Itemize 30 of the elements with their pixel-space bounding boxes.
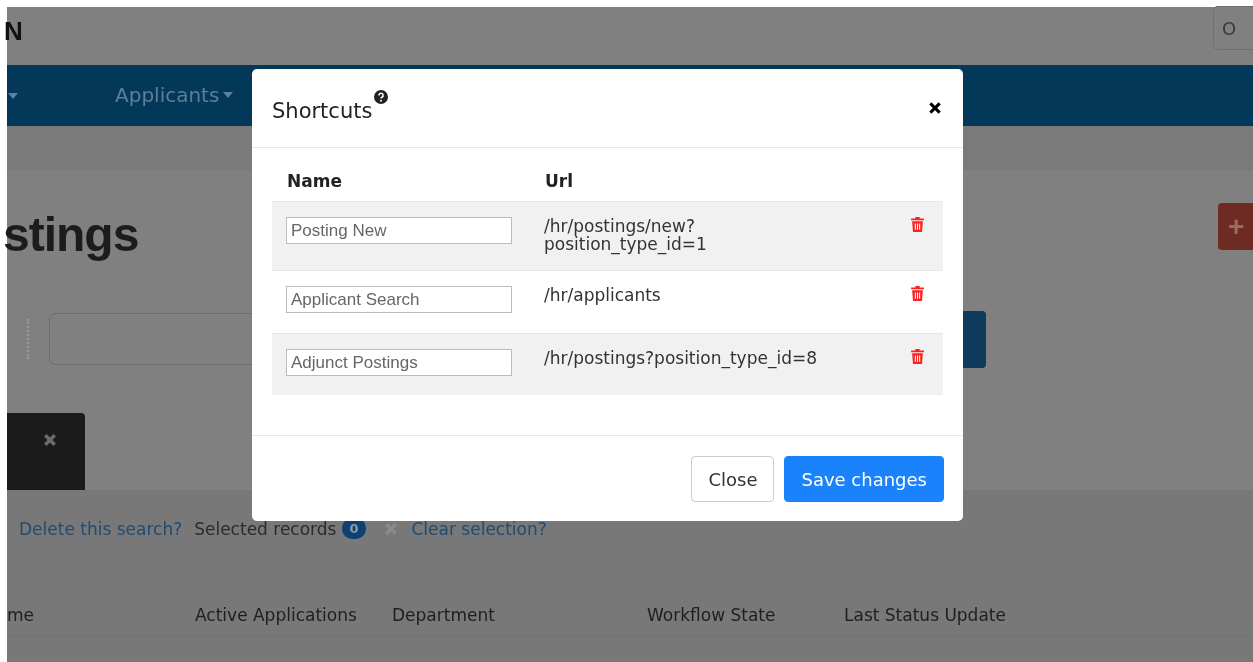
trash-icon[interactable] [911, 217, 924, 232]
close-icon[interactable] [43, 433, 57, 447]
close-button[interactable] [927, 100, 943, 116]
column-header: Active Applications [195, 605, 357, 625]
header-button[interactable]: O [1213, 6, 1253, 50]
url-text: /hr/applicants [544, 286, 661, 304]
close-button[interactable]: Close [691, 456, 775, 502]
save-button[interactable]: Save changes [784, 456, 944, 502]
name-field[interactable]: Applicant Search [286, 286, 512, 313]
add-button[interactable]: + [1218, 203, 1253, 250]
column-header: Last Status Update [844, 605, 1006, 625]
column-header: Name [286, 171, 343, 191]
url-text: /hr/postings/new? position_type_id=1 [544, 217, 707, 253]
url-text: /hr/postings?position_type_id=8 [544, 349, 817, 367]
nav-item[interactable]: Applicants [115, 82, 234, 107]
trash-icon[interactable] [911, 349, 924, 364]
column-header: Workflow State [647, 605, 776, 625]
caret-icon[interactable] [8, 92, 18, 99]
trash-icon[interactable] [911, 286, 924, 301]
help-icon[interactable] [374, 90, 389, 104]
clear-selection-link[interactable]: Clear selection? [411, 518, 547, 539]
caret-icon [223, 91, 234, 98]
column-header: Department [392, 605, 495, 625]
column-header: Url [544, 171, 574, 191]
delete-search-link[interactable]: Delete this search? [19, 518, 183, 539]
selected-records-label: Selected records [194, 518, 337, 539]
column-header: me [7, 605, 35, 625]
name-field[interactable]: Adjunct Postings [286, 349, 512, 376]
dialog-title: Shortcuts [272, 99, 373, 123]
name-field[interactable]: Posting New [286, 217, 512, 244]
